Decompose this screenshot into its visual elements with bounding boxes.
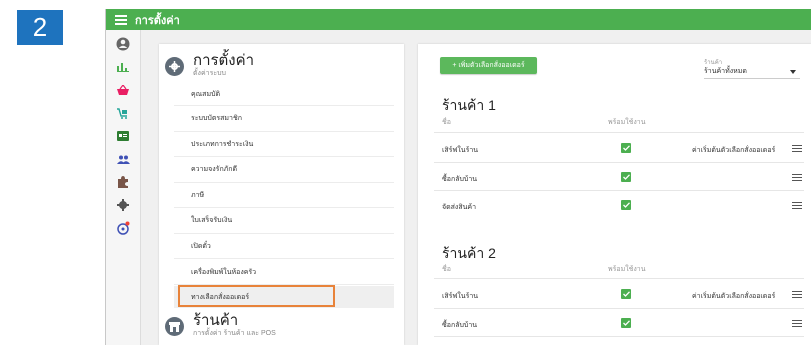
menu-item-receipts[interactable]: ใบเสร็จรับเงิน [174,209,394,231]
available-checkbox[interactable] [621,289,631,299]
top-bar: การตั้งค่า [106,9,811,30]
default-option-label: ค่าเริ่มต้นตัวเลือกสั่งออเดอร์ [692,147,776,154]
menu-item-dining-options[interactable]: ทางเลือกสั่งออเดอร์ [174,285,394,308]
menu-item-label: เปิดตั๋ว [191,242,211,250]
divider [174,182,394,183]
divider [174,156,394,157]
divider [174,105,394,106]
dining-option-name[interactable]: ซื้อกลับบ้าน [442,174,477,185]
settings-menu-panel: การตั้งค่า ตั้งค่าระบบ คุณสมบัติ ระบบบัต… [159,44,404,345]
highlight-box [178,285,335,307]
id-card-icon[interactable] [114,127,132,145]
gear-icon[interactable] [114,196,132,214]
dining-options-panel: + เพิ่มตัวเลือกสั่งออเดอร์ ร้านค้า ร้านค… [418,44,811,345]
divider [174,207,394,208]
dining-option-name[interactable]: จัดส่งสินค้า [442,202,476,213]
step-number-badge: 2 [17,10,63,45]
menu-item-label: ความจงรักภักดี [191,165,238,173]
menu-item-label: ใบเสร็จรับเงิน [191,216,233,224]
column-header-available: พร้อมใช้งาน [608,266,646,273]
menu-item-payment-types[interactable]: ประเภทการชำระเงิน [174,133,394,155]
menu-item-label: ประเภทการชำระเงิน [191,140,254,148]
default-option-label: ค่าเริ่มต้นตัวเลือกสั่งออเดอร์ [692,293,776,300]
drag-handle-icon[interactable] [792,172,802,183]
caret-down-icon [790,70,796,74]
menu-item-features[interactable]: คุณสมบัติ [174,83,394,105]
section-title: ร้านค้า [193,312,239,329]
hamburger-menu-icon[interactable] [115,13,127,27]
chart-icon[interactable] [114,58,132,76]
section-subtitle: การตั้งค่า ร้านค้า และ POS [193,330,276,337]
column-header-name: ชื่อ [442,266,451,273]
store-filter-select[interactable]: ร้านค้าทั้งหมด [704,66,800,79]
column-header-name: ชื่อ [442,119,451,126]
divider [434,132,804,133]
divider [434,190,804,191]
available-checkbox[interactable] [621,200,631,210]
menu-item-label: เครื่องพิมพ์ในห้องครัว [191,268,257,276]
divider [174,258,394,259]
divider [434,336,804,337]
store-title: ร้านค้า 1 [442,97,496,113]
available-checkbox[interactable] [621,318,631,328]
menu-item-label: ภาษี [191,191,205,199]
menu-item-label: คุณสมบัติ [191,90,221,98]
puzzle-icon[interactable] [114,173,132,191]
column-header-available: พร้อมใช้งาน [608,119,646,126]
gear-icon [165,57,184,76]
help-icon[interactable] [114,219,132,237]
menu-item-open-tickets[interactable]: เปิดตั๋ว [174,235,394,257]
divider [434,308,804,309]
divider [434,162,804,163]
stores-section-header[interactable]: ร้านค้า การตั้งค่า ร้านค้า และ POS [165,312,276,339]
section-title: การตั้งค่า [193,52,255,69]
divider [434,278,804,279]
divider [174,233,394,234]
section-subtitle: ตั้งค่าระบบ [193,70,226,77]
add-dining-option-button[interactable]: + เพิ่มตัวเลือกสั่งออเดอร์ [440,57,537,74]
dining-option-name[interactable]: ซื้อกลับบ้าน [442,320,477,331]
store-icon [165,317,184,336]
available-checkbox[interactable] [621,172,631,182]
menu-item-taxes[interactable]: ภาษี [174,184,394,206]
available-checkbox[interactable] [621,143,631,153]
delivery-icon[interactable] [114,104,132,122]
app-window: การตั้งค่า การตั้งค่า ตั้งค่าระบบ คุณสมบ… [105,9,811,345]
drag-handle-icon[interactable] [792,289,802,300]
account-icon[interactable] [114,35,132,53]
divider [174,131,394,132]
store-title: ร้านค้า 2 [442,245,496,261]
users-icon[interactable] [114,150,132,168]
sidebar [106,30,141,345]
menu-item-kitchen-printers[interactable]: เครื่องพิมพ์ในห้องครัว [174,261,394,283]
menu-item-membership[interactable]: ระบบบัตรสมาชิก [174,107,394,129]
drag-handle-icon[interactable] [792,318,802,329]
menu-item-loyalty[interactable]: ความจงรักภักดี [174,158,394,180]
dining-option-name[interactable]: เสิร์ฟในร้าน [442,145,478,156]
menu-item-label: ระบบบัตรสมาชิก [191,114,242,122]
basket-icon[interactable] [114,81,132,99]
dining-option-name[interactable]: เสิร์ฟในร้าน [442,291,478,302]
drag-handle-icon[interactable] [792,200,802,211]
store-filter-value: ร้านค้าทั้งหมด [704,68,747,75]
page-title: การตั้งค่า [135,14,180,27]
settings-section-header: การตั้งค่า ตั้งค่าระบบ [165,52,255,79]
drag-handle-icon[interactable] [792,143,802,154]
